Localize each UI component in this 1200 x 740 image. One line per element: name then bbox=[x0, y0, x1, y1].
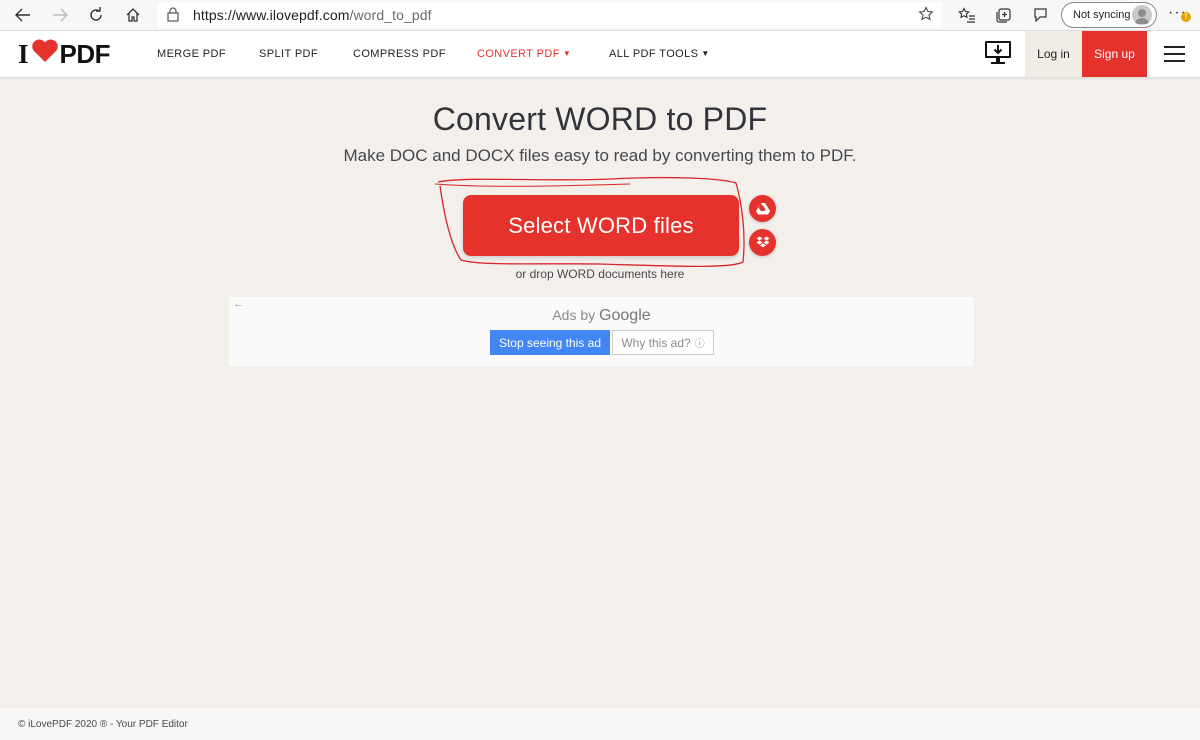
lock-icon[interactable] bbox=[167, 7, 179, 27]
caret-down-icon: ▼ bbox=[562, 49, 572, 58]
signup-button[interactable]: Sign up bbox=[1082, 31, 1147, 77]
page-title: Convert WORD to PDF bbox=[432, 101, 768, 137]
nav-all-pdf-tools[interactable]: ALL PDF TOOLS ▼ bbox=[609, 48, 710, 60]
ilovepdf-logo[interactable]: I PDF bbox=[18, 38, 111, 70]
collections-icon[interactable] bbox=[992, 4, 1016, 26]
favorites-list-icon[interactable] bbox=[955, 4, 979, 26]
nav-split-pdf[interactable]: SPLIT PDF bbox=[259, 48, 318, 60]
nav-merge-pdf[interactable]: MERGE PDF bbox=[157, 48, 226, 60]
why-this-ad-label: Why this ad? bbox=[621, 335, 691, 350]
home-icon[interactable] bbox=[120, 3, 146, 27]
dropbox-icon[interactable] bbox=[749, 229, 776, 256]
select-word-files-button[interactable]: Select WORD files bbox=[463, 195, 739, 256]
refresh-icon[interactable] bbox=[83, 3, 109, 27]
nav-compress-pdf[interactable]: COMPRESS PDF bbox=[353, 48, 446, 60]
page-subtitle: Make DOC and DOCX files easy to read by … bbox=[343, 146, 857, 165]
why-this-ad-button[interactable]: Why this ad? ⓘ bbox=[612, 330, 714, 355]
footer-copyright: © iLovePDF 2020 ® - Your PDF Editor bbox=[18, 719, 188, 730]
google-drive-icon[interactable] bbox=[749, 195, 776, 222]
google-wordmark: Google bbox=[599, 307, 651, 324]
browser-toolbar: https://www.ilovepdf.com/word_to_pdf Not… bbox=[0, 0, 1200, 31]
back-arrow-icon[interactable] bbox=[10, 3, 36, 27]
notification-badge: ! bbox=[1181, 12, 1191, 22]
desktop-download-icon[interactable] bbox=[984, 39, 1012, 67]
nav-convert-label: CONVERT PDF bbox=[477, 48, 560, 60]
ads-by-google: Ads by Google bbox=[229, 307, 974, 325]
login-button[interactable]: Log in bbox=[1025, 31, 1082, 77]
profile-sync-button[interactable]: Not syncing bbox=[1061, 2, 1157, 28]
caret-down-icon: ▼ bbox=[701, 49, 710, 58]
stop-seeing-ad-button[interactable]: Stop seeing this ad bbox=[490, 330, 610, 355]
logo-word: PDF bbox=[59, 38, 111, 69]
ads-by-label: Ads by bbox=[552, 307, 596, 323]
avatar bbox=[1132, 5, 1152, 25]
forward-arrow-icon[interactable] bbox=[47, 3, 73, 27]
hamburger-menu-icon[interactable] bbox=[1164, 46, 1185, 62]
profile-label: Not syncing bbox=[1073, 9, 1131, 21]
ad-container: ← Ads by Google Stop seeing this ad Why … bbox=[229, 297, 974, 366]
feedback-icon[interactable] bbox=[1028, 4, 1052, 26]
logo-letter: I bbox=[18, 38, 29, 69]
address-bar[interactable]: https://www.ilovepdf.com/word_to_pdf bbox=[157, 2, 942, 28]
favorite-star-icon[interactable] bbox=[918, 6, 934, 27]
nav-convert-pdf[interactable]: CONVERT PDF ▼ bbox=[477, 48, 571, 60]
nav-all-tools-label: ALL PDF TOOLS bbox=[609, 48, 699, 60]
info-icon: ⓘ bbox=[694, 339, 705, 350]
url-text[interactable]: https://www.ilovepdf.com/word_to_pdf bbox=[193, 7, 432, 23]
site-footer: © iLovePDF 2020 ® - Your PDF Editor bbox=[0, 708, 1200, 740]
heart-icon bbox=[31, 38, 59, 70]
site-header: I PDF MERGE PDF SPLIT PDF COMPRESS PDF C… bbox=[0, 31, 1200, 77]
drop-hint: or drop WORD documents here bbox=[515, 267, 685, 281]
